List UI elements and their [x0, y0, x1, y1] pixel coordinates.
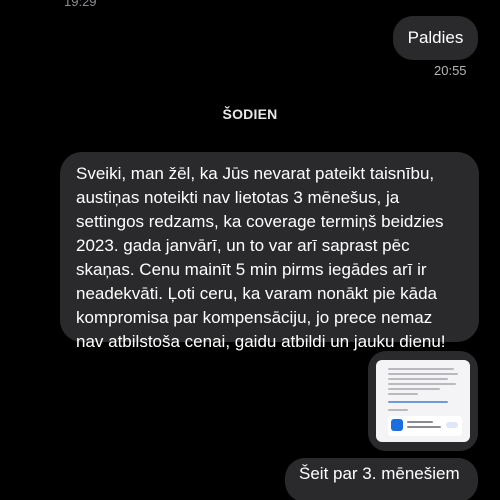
day-separator: ŠODIEN: [222, 106, 278, 122]
message-line: neadekvāti. Ļoti ceru, ka varam nonākt p…: [76, 284, 437, 303]
screenshot-thumbnail-icon[interactable]: [376, 360, 470, 442]
message-bubble-thanks[interactable]: Paldies: [393, 16, 478, 60]
message-bubble-third[interactable]: Šeit par 3. mēnešiem: [285, 458, 478, 500]
get-button-icon: [446, 422, 458, 428]
message-line: 2023. gada janvārī, un to var arī sapras…: [76, 236, 410, 255]
message-line: skaņas. Cenu mainīt 5 min pirms iegādes …: [76, 260, 427, 279]
thumbnail-text-line: [388, 373, 458, 375]
thumbnail-text-line: [388, 368, 454, 370]
thumbnail-text-line: [388, 383, 456, 385]
thumbnail-text-line: [388, 409, 408, 411]
thumbnail-text-line: [388, 388, 440, 390]
previous-message-time: 19:29: [64, 0, 97, 9]
app-store-icon: [391, 419, 403, 431]
message-bubble-long[interactable]: Sveiki, man žēl, ka Jūs nevarat pateikt …: [60, 152, 479, 351]
message-time-thanks: 20:55: [434, 63, 467, 78]
thumbnail-text-line: [407, 426, 441, 428]
thumbnail-text-line: [407, 421, 433, 423]
message-line: kompromisa par kompensāciju, jo prece ne…: [76, 308, 433, 327]
image-attachment-bubble[interactable]: [368, 351, 478, 451]
thumbnail-text-line: [388, 378, 448, 380]
thumbnail-link-line: [388, 401, 448, 403]
thumbnail-app-card: [388, 416, 462, 436]
message-line: settingos redzams, ka coverage termiņš b…: [76, 212, 444, 231]
thumbnail-text-line: [388, 393, 418, 395]
message-line: austiņas noteikti nav lietotas 3 mēnešus…: [76, 188, 400, 207]
message-line: Sveiki, man žēl, ka Jūs nevarat pateikt …: [76, 164, 435, 183]
chat-screen: 19:29 Paldies 20:55 ŠODIEN Sveiki, man ž…: [0, 0, 500, 500]
